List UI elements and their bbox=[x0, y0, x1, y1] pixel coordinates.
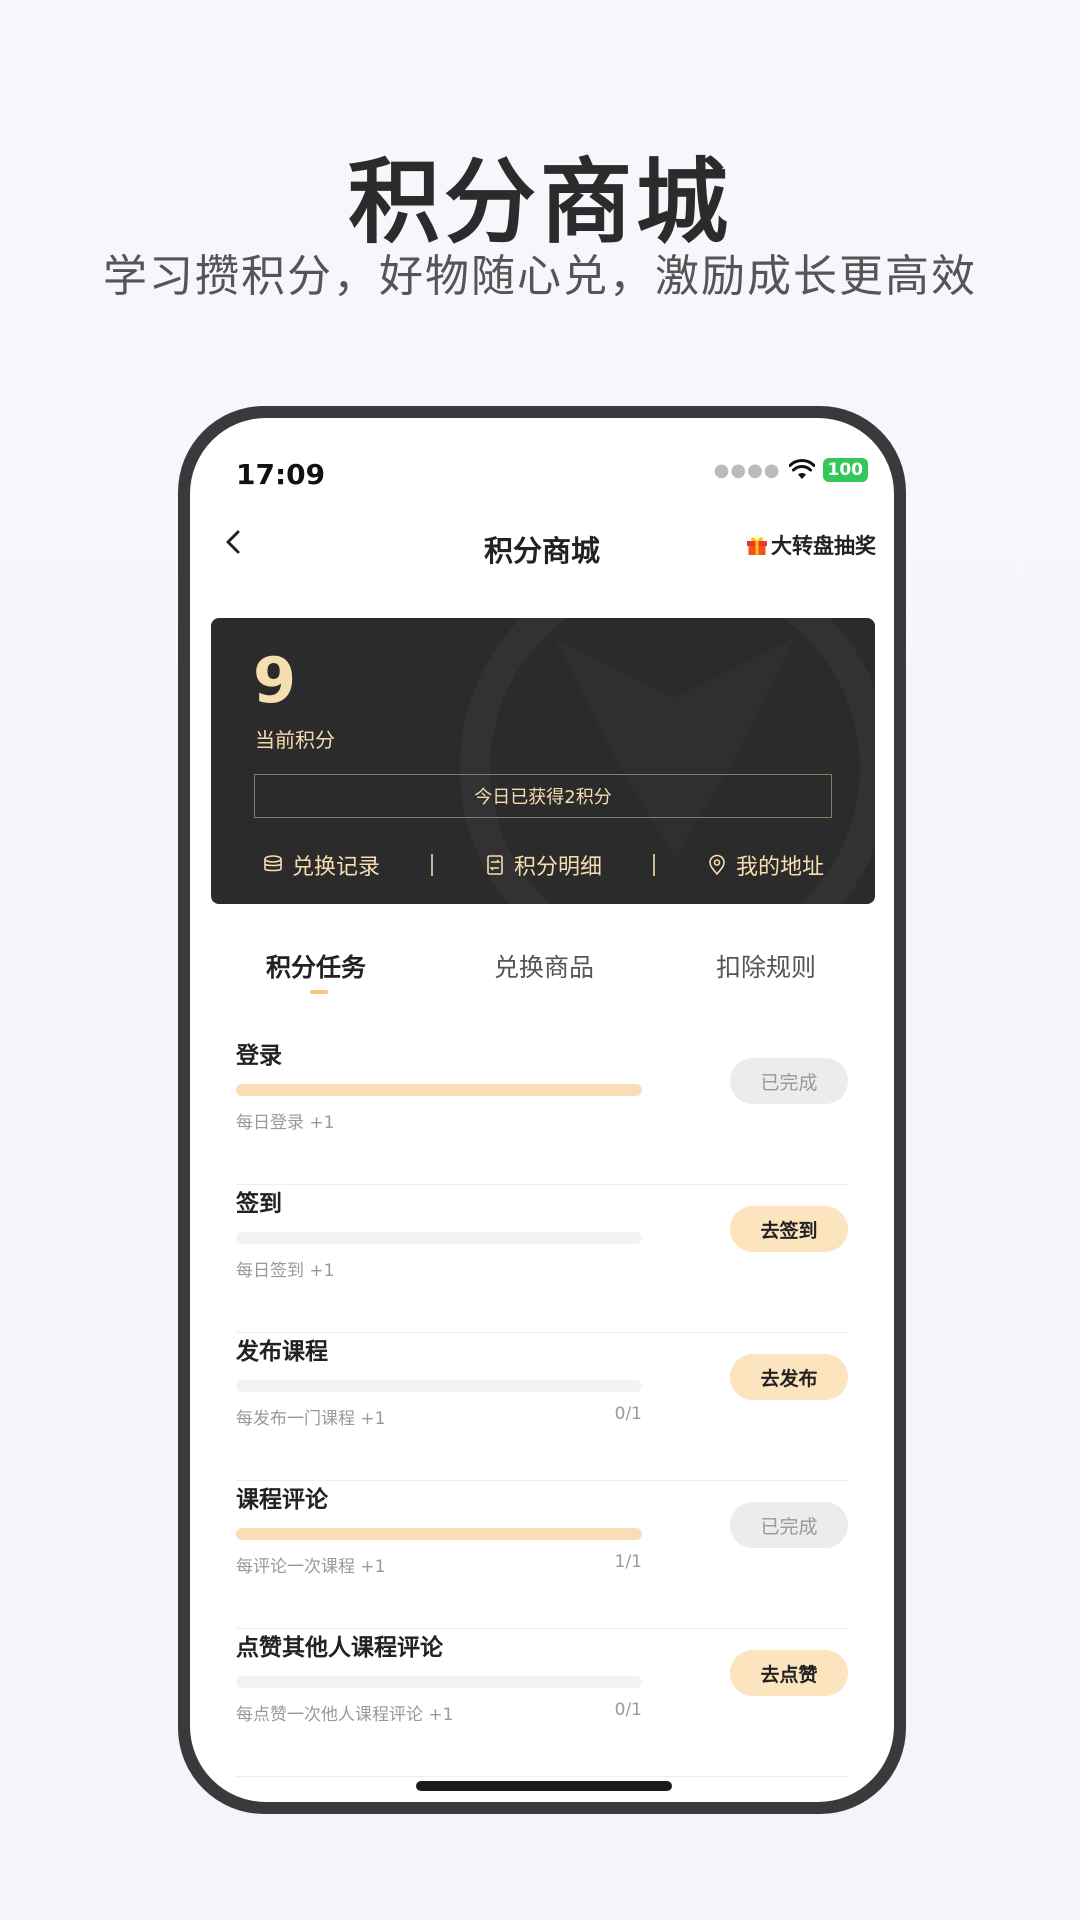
task-action-button[interactable]: 去发布 bbox=[730, 1354, 848, 1400]
status-icons: ●●●● 100 bbox=[714, 458, 868, 482]
task-progress-bar bbox=[236, 1676, 642, 1688]
task-count: 1/1 bbox=[614, 1552, 642, 1572]
task-description: 每日登录 +1 bbox=[236, 1113, 335, 1133]
task-description: 每发布一门课程 +1 bbox=[236, 1409, 386, 1429]
points-card: 9 当前积分 今日已获得2积分 兑换记录 积分明细 我的地址 bbox=[211, 618, 875, 904]
task-count: 0/1 bbox=[614, 1404, 642, 1424]
card-links: 兑换记录 积分明细 我的地址 bbox=[211, 840, 875, 890]
transfer-icon bbox=[487, 855, 503, 875]
phone-screen: 17:09 ●●●● 100 积分商城 大转盘抽奖 9 当前积分 今日已获得2积… bbox=[190, 418, 894, 1802]
points-label: 当前积分 bbox=[255, 728, 335, 752]
wifi-icon bbox=[788, 459, 815, 479]
task-description: 每日签到 +1 bbox=[236, 1261, 335, 1281]
points-detail-link[interactable]: 积分明细 bbox=[433, 849, 653, 881]
divider bbox=[653, 854, 655, 876]
task-name: 发布课程 bbox=[236, 1339, 328, 1365]
exchange-record-label: 兑换记录 bbox=[291, 855, 380, 880]
task-progress-bar bbox=[236, 1380, 642, 1392]
task-name: 登录 bbox=[236, 1043, 282, 1069]
task-count: 0/1 bbox=[614, 1700, 642, 1720]
points-detail-label: 积分明细 bbox=[513, 855, 602, 880]
signal-icon: ●●●● bbox=[713, 459, 781, 481]
task-progress-bar bbox=[236, 1528, 642, 1540]
my-address-link[interactable]: 我的地址 bbox=[655, 849, 875, 881]
lucky-wheel-button[interactable]: 大转盘抽奖 bbox=[745, 530, 876, 560]
location-pin-icon bbox=[709, 854, 725, 876]
battery-indicator: 100 bbox=[822, 458, 868, 482]
gift-icon bbox=[747, 537, 767, 555]
tab-points-tasks[interactable]: 积分任务 bbox=[266, 948, 366, 984]
tab-exchange-goods[interactable]: 兑换商品 bbox=[494, 948, 594, 984]
task-row: 签到每日签到 +1 去签到 bbox=[236, 1184, 848, 1333]
points-value: 9 bbox=[253, 644, 297, 717]
home-indicator bbox=[416, 1781, 672, 1791]
lucky-wheel-label: 大转盘抽奖 bbox=[771, 534, 876, 558]
today-earned: 今日已获得2积分 bbox=[254, 774, 832, 818]
task-action-button[interactable]: 去点赞 bbox=[730, 1650, 848, 1696]
task-action-button[interactable]: 已完成 bbox=[730, 1502, 848, 1548]
task-row: 发布课程每发布一门课程 +1 0/1 去发布 bbox=[236, 1332, 848, 1481]
task-row: 课程评论每评论一次课程 +1 1/1 已完成 bbox=[236, 1480, 848, 1629]
task-description: 每点赞一次他人课程评论 +1 bbox=[236, 1705, 454, 1725]
tab-deduction-rules[interactable]: 扣除规则 bbox=[716, 948, 816, 984]
task-progress-fill bbox=[236, 1528, 642, 1540]
task-description: 每评论一次课程 +1 bbox=[236, 1557, 386, 1577]
hero-subtitle: 学习攒积分，好物随心兑，激励成长更高效 bbox=[103, 251, 977, 302]
task-row: 登录每日登录 +1 已完成 bbox=[236, 1036, 848, 1185]
my-address-label: 我的地址 bbox=[735, 855, 824, 880]
status-time: 17:09 bbox=[236, 458, 326, 491]
coins-icon bbox=[264, 855, 282, 872]
phone-frame: 17:09 ●●●● 100 积分商城 大转盘抽奖 9 当前积分 今日已获得2积… bbox=[178, 406, 906, 1814]
task-progress-fill bbox=[236, 1084, 642, 1096]
task-name: 点赞其他人课程评论 bbox=[236, 1635, 443, 1661]
exchange-record-link[interactable]: 兑换记录 bbox=[211, 849, 431, 881]
tab-bar: 积分任务 兑换商品 扣除规则 bbox=[190, 948, 894, 1008]
divider bbox=[431, 854, 433, 876]
task-name: 课程评论 bbox=[236, 1487, 328, 1513]
task-progress-bar bbox=[236, 1084, 642, 1096]
task-action-button[interactable]: 已完成 bbox=[730, 1058, 848, 1104]
task-action-button[interactable]: 去签到 bbox=[730, 1206, 848, 1252]
task-progress-bar bbox=[236, 1232, 642, 1244]
task-row: 点赞其他人课程评论每点赞一次他人课程评论 +1 0/1 去点赞 bbox=[236, 1628, 848, 1777]
tab-indicator bbox=[310, 990, 328, 994]
task-name: 签到 bbox=[236, 1191, 282, 1217]
